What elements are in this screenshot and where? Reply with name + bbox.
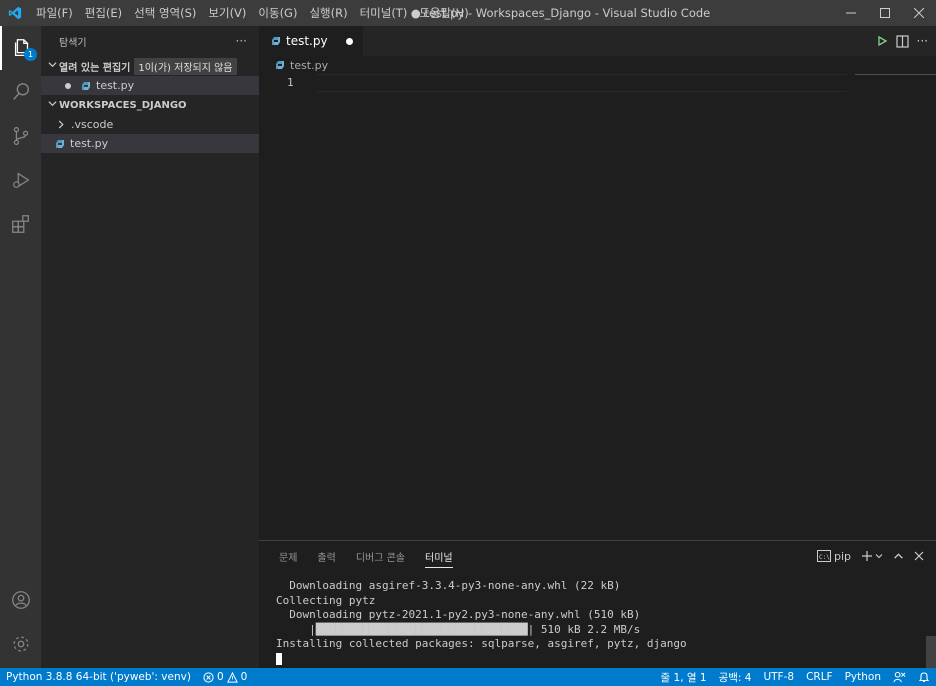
terminal-line: Installing collected packages: sqlparse,… <box>276 637 687 651</box>
cursor-position[interactable]: 줄 1, 열 1 <box>655 670 713 685</box>
python-file-icon <box>272 37 280 45</box>
indentation[interactable]: 공백: 4 <box>713 670 758 685</box>
minimap[interactable] <box>855 74 936 75</box>
language-mode[interactable]: Python <box>839 671 887 683</box>
tab-problems[interactable]: 문제 <box>279 549 297 564</box>
open-editors-section[interactable]: 열려 있는 편집기 1이(가) 저장되지 않음 <box>41 56 259 76</box>
terminal-line: Downloading pytz-2021.1-py2.py3-none-any… <box>276 608 641 622</box>
explorer-sidebar: 탐색기 ··· 열려 있는 편집기 1이(가) 저장되지 않음 test.py … <box>41 26 259 668</box>
run-debug-icon[interactable] <box>0 158 41 202</box>
unsaved-dot-icon[interactable] <box>346 38 353 45</box>
terminal-selector[interactable]: C:\ pip <box>816 549 851 563</box>
more-actions-icon[interactable]: ··· <box>917 34 928 48</box>
more-actions-icon[interactable]: ··· <box>236 34 247 48</box>
unsaved-count-tooltip: 1이(가) 저장되지 않음 <box>134 57 237 75</box>
source-control-icon[interactable] <box>0 114 41 158</box>
svg-text:C:\: C:\ <box>819 554 830 561</box>
terminal-line: Collecting pytz <box>276 593 376 607</box>
menu-terminal[interactable]: 터미널(T) <box>354 0 414 26</box>
terminal-scrollbar[interactable] <box>926 636 936 668</box>
feedback-icon[interactable] <box>887 671 912 684</box>
chevron-right-icon <box>57 120 65 129</box>
open-editor-filename: test.py <box>96 79 135 92</box>
menu-go[interactable]: 이동(G) <box>252 0 303 26</box>
panel-actions: C:\ pip <box>816 541 924 571</box>
extensions-icon[interactable] <box>0 202 41 246</box>
vscode-logo-icon <box>0 0 30 26</box>
activity-bar: 1 <box>0 26 41 668</box>
folder-item-vscode[interactable]: .vscode <box>41 115 259 134</box>
chevron-down-icon <box>45 99 59 111</box>
python-file-icon <box>82 81 90 90</box>
tab-label: test.py <box>286 34 328 48</box>
breadcrumb: test.py <box>259 56 936 74</box>
sidebar-header: 탐색기 ··· <box>41 26 259 56</box>
title-bar: 파일(F) 편집(E) 선택 영역(S) 보기(V) 이동(G) 실행(R) 터… <box>0 0 936 26</box>
sidebar-title: 탐색기 <box>59 37 87 49</box>
terminal-cursor <box>276 652 282 665</box>
terminal-name: pip <box>833 549 851 563</box>
error-count: 0 <box>216 671 224 683</box>
menu-run[interactable]: 실행(R) <box>303 0 353 26</box>
tab-terminal[interactable]: 터미널 <box>425 549 453 568</box>
window-controls <box>834 0 936 26</box>
code-editor[interactable]: 1 <box>259 74 936 540</box>
tab-debug-console[interactable]: 디버그 콘솔 <box>356 549 405 564</box>
unsaved-dot-icon[interactable] <box>65 82 71 89</box>
python-file-icon <box>276 61 284 69</box>
file-item-test-py[interactable]: test.py <box>41 134 259 153</box>
new-terminal-icon[interactable] <box>861 550 883 562</box>
close-panel-icon[interactable] <box>914 551 924 561</box>
explorer-icon[interactable]: 1 <box>0 26 41 70</box>
explorer-badge: 1 <box>24 48 37 61</box>
terminal-output[interactable]: Downloading asgiref-3.3.4-py3-none-any.w… <box>276 579 687 667</box>
breadcrumb-file[interactable]: test.py <box>290 59 328 72</box>
editor-actions: ··· <box>876 26 928 56</box>
python-interpreter[interactable]: Python 3.8.8 64-bit ('pyweb': venv) <box>0 671 197 683</box>
file-name: test.py <box>70 137 109 150</box>
menu-view[interactable]: 보기(V) <box>202 0 252 26</box>
warning-icon <box>226 671 238 683</box>
split-editor-icon[interactable] <box>895 34 909 48</box>
terminal-line: Downloading asgiref-3.3.4-py3-none-any.w… <box>276 579 621 592</box>
open-editors-label: 열려 있는 편집기 <box>59 62 131 74</box>
menu-edit[interactable]: 편집(E) <box>79 0 128 26</box>
warning-count: 0 <box>240 671 248 683</box>
encoding[interactable]: UTF-8 <box>757 671 800 683</box>
tab-test-py[interactable]: test.py <box>259 26 363 56</box>
search-icon[interactable] <box>0 70 41 114</box>
menu-help[interactable]: 도움말(H) <box>413 0 474 26</box>
open-editor-item[interactable]: test.py <box>41 76 259 95</box>
line-number: 1 <box>287 76 294 89</box>
close-icon[interactable] <box>902 0 936 26</box>
chevron-down-icon <box>45 60 59 72</box>
editor-tab-bar: test.py ··· <box>259 26 936 56</box>
accounts-icon[interactable] <box>0 578 41 622</box>
notifications-icon[interactable] <box>912 671 936 683</box>
minimize-icon[interactable] <box>834 0 868 26</box>
maximize-icon[interactable] <box>868 0 902 26</box>
workspace-label: WORKSPACES_DJANGO <box>59 99 187 111</box>
python-file-icon <box>56 139 64 148</box>
run-python-file-icon[interactable] <box>876 35 888 47</box>
line-ending[interactable]: CRLF <box>800 671 839 683</box>
menu-file[interactable]: 파일(F) <box>30 0 79 26</box>
tab-output[interactable]: 출력 <box>317 549 335 564</box>
terminal-icon: C:\ <box>816 550 831 562</box>
error-icon <box>203 671 214 683</box>
status-bar: Python 3.8.8 64-bit ('pyweb': venv) 0 0 … <box>0 668 936 686</box>
menu-selection[interactable]: 선택 영역(S) <box>128 0 202 26</box>
folder-name: .vscode <box>71 118 114 131</box>
maximize-panel-icon[interactable] <box>893 551 904 562</box>
current-line-highlight <box>317 74 847 92</box>
bottom-panel: 문제 출력 디버그 콘솔 터미널 C:\ pip Downloading asg… <box>259 540 936 668</box>
problems-indicator[interactable]: 0 0 <box>197 671 253 683</box>
chevron-down-icon[interactable] <box>875 552 883 560</box>
panel-tabs: 문제 출력 디버그 콘솔 터미널 <box>259 541 453 571</box>
menu-bar: 파일(F) 편집(E) 선택 영역(S) 보기(V) 이동(G) 실행(R) 터… <box>30 0 475 26</box>
gear-icon[interactable] <box>0 622 41 666</box>
workspace-section[interactable]: WORKSPACES_DJANGO <box>41 95 259 115</box>
terminal-line: |████████████████████████████████| 510 k… <box>276 622 641 636</box>
